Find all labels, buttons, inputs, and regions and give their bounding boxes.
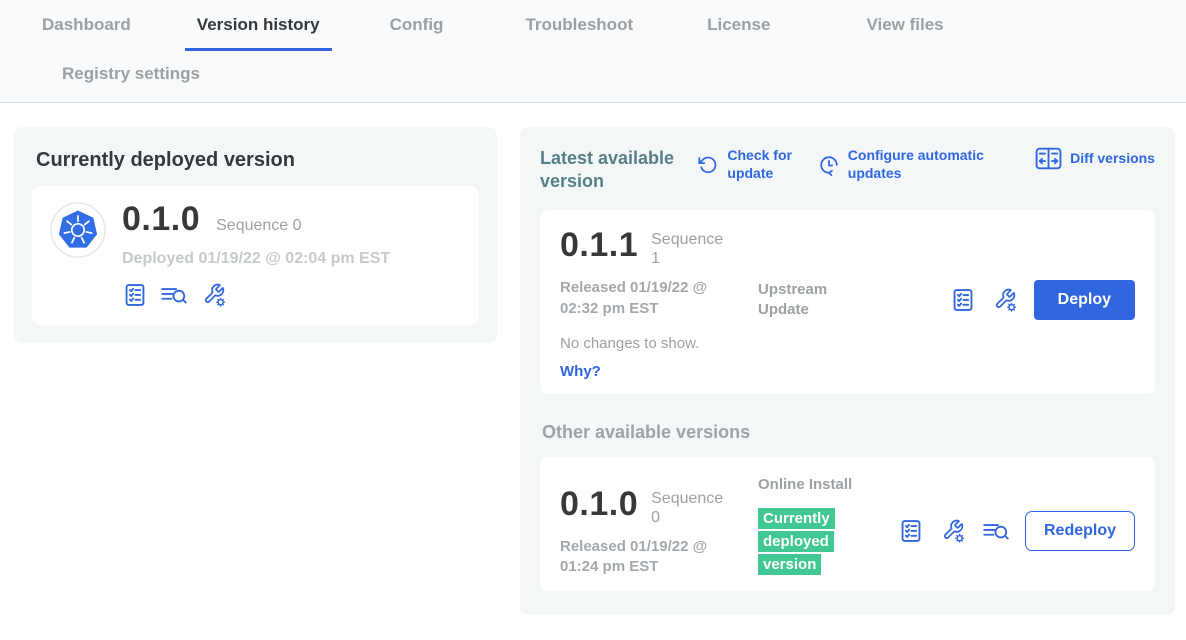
currently-deployed-badge: Currently deployed version xyxy=(758,508,835,576)
latest-version-number: 0.1.1 xyxy=(560,228,638,264)
view-logs-search-icon[interactable] xyxy=(160,282,188,308)
other-version-info: 0.1.0 Sequence 0 Released 01/19/22 @ 01:… xyxy=(560,487,758,578)
currently-deployed-title: Currently deployed version xyxy=(36,149,475,172)
view-logs-search-icon[interactable] xyxy=(982,518,1010,544)
edit-config-wrench-icon[interactable] xyxy=(200,281,228,309)
top-navigation: Dashboard Version history Config Trouble… xyxy=(0,0,1186,103)
latest-released-timestamp: Released 01/19/22 @ 02:32 pm EST xyxy=(560,278,725,319)
latest-available-title: Latest available version xyxy=(540,147,682,192)
latest-version-source: Upstream Update xyxy=(758,280,853,321)
auto-update-clock-icon xyxy=(818,154,840,176)
check-for-update-link[interactable]: Check for update xyxy=(697,147,802,182)
kubernetes-logo-icon xyxy=(50,202,106,258)
no-changes-text: No changes to show. xyxy=(560,335,1135,352)
latest-version-header: Latest available version Check for updat… xyxy=(540,147,1155,192)
diff-versions-link[interactable]: Diff versions xyxy=(1035,147,1155,170)
other-version-number: 0.1.0 xyxy=(560,487,638,523)
latest-version-info: 0.1.1 Sequence 1 Released 01/19/22 @ 02:… xyxy=(560,228,758,319)
deployed-sequence-label: Sequence 0 xyxy=(216,217,301,235)
version-history-page: Currently deployed version xyxy=(0,103,1186,615)
currently-deployed-panel: Currently deployed version xyxy=(14,127,497,343)
other-version-source: Online Install xyxy=(758,475,853,495)
deployed-version-card: 0.1.0 Sequence 0 Deployed 01/19/22 @ 02:… xyxy=(32,186,479,325)
latest-version-card: 0.1.1 Sequence 1 Released 01/19/22 @ 02:… xyxy=(540,210,1155,394)
other-sequence-label: Sequence 0 xyxy=(651,489,723,527)
redeploy-button[interactable]: Redeploy xyxy=(1025,511,1135,551)
deployed-timestamp: Deployed 01/19/22 @ 02:04 pm EST xyxy=(122,250,390,268)
diff-icon xyxy=(1035,147,1062,170)
refresh-icon xyxy=(697,154,719,176)
nav-row-primary: Dashboard Version history Config Trouble… xyxy=(30,0,1186,51)
preflight-checklist-icon[interactable] xyxy=(898,518,924,544)
tab-view-files[interactable]: View files xyxy=(854,15,955,51)
other-versions-title: Other available versions xyxy=(542,422,1155,443)
tab-version-history[interactable]: Version history xyxy=(185,15,332,51)
deployed-version-info: 0.1.0 Sequence 0 Deployed 01/19/22 @ 02:… xyxy=(122,202,390,309)
edit-config-wrench-icon[interactable] xyxy=(939,517,967,545)
tab-license[interactable]: License xyxy=(695,15,782,51)
tab-registry-settings[interactable]: Registry settings xyxy=(50,64,212,87)
nav-row-secondary: Registry settings xyxy=(30,51,1186,102)
tab-dashboard[interactable]: Dashboard xyxy=(30,15,143,51)
other-released-timestamp: Released 01/19/22 @ 01:24 pm EST xyxy=(560,537,725,578)
available-versions-panel: Latest available version Check for updat… xyxy=(520,127,1175,615)
currently-deployed-badge-wrap: Currently deployed version xyxy=(758,507,842,577)
latest-sequence-label: Sequence 1 xyxy=(651,230,723,268)
edit-config-wrench-icon[interactable] xyxy=(991,286,1019,314)
diff-versions-label: Diff versions xyxy=(1070,150,1155,168)
deployed-version-number: 0.1.0 xyxy=(122,202,200,238)
deployed-version-actions xyxy=(122,281,390,309)
configure-automatic-updates-link[interactable]: Configure automatic updates xyxy=(818,147,1020,182)
other-version-source-block: Online Install Currently deployed versio… xyxy=(758,475,898,577)
other-version-actions: Redeploy xyxy=(898,511,1135,551)
latest-version-actions: Deploy xyxy=(950,280,1135,320)
why-link[interactable]: Why? xyxy=(560,363,602,380)
check-for-update-label: Check for update xyxy=(727,147,802,182)
tab-troubleshoot[interactable]: Troubleshoot xyxy=(513,15,645,51)
other-version-card: 0.1.0 Sequence 0 Released 01/19/22 @ 01:… xyxy=(540,457,1155,592)
preflight-checklist-icon[interactable] xyxy=(950,287,976,313)
deploy-button[interactable]: Deploy xyxy=(1034,280,1135,320)
preflight-checklist-icon[interactable] xyxy=(122,282,148,308)
configure-automatic-updates-label: Configure automatic updates xyxy=(848,147,1020,182)
tab-config[interactable]: Config xyxy=(378,15,456,51)
